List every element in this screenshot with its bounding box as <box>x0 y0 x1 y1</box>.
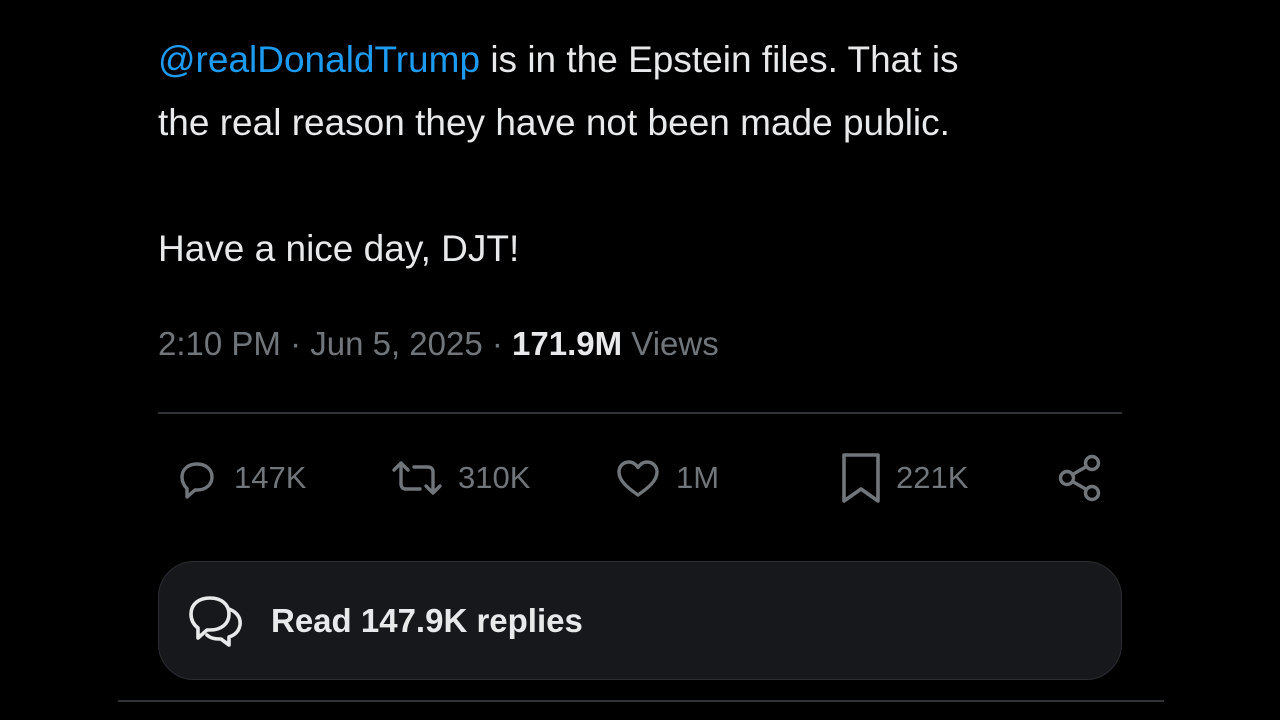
tweet-text-segment: is in the Epstein files. That is <box>480 39 959 80</box>
bookmark-icon <box>838 451 884 505</box>
views-label: Views <box>622 325 719 362</box>
like-button[interactable]: 1M <box>612 448 719 508</box>
reply-icon <box>172 453 222 503</box>
tweet-meta: 2:10 PM · Jun 5, 2025 · 171.9M Views <box>158 322 719 366</box>
post-time[interactable]: 2:10 PM <box>158 325 281 362</box>
tweet-line-1: @realDonaldTrump is in the Epstein files… <box>158 28 1138 91</box>
bookmark-count: 221K <box>896 460 969 495</box>
bookmark-button[interactable]: 221K <box>838 448 968 508</box>
meta-separator: · <box>482 325 513 362</box>
reply-button[interactable]: 147K <box>172 448 306 508</box>
tweet-text: @realDonaldTrump is in the Epstein files… <box>158 28 1138 280</box>
replies-bubbles-icon <box>183 587 251 655</box>
repost-button[interactable]: 310K <box>388 448 530 508</box>
reply-count: 147K <box>234 460 307 495</box>
like-icon <box>612 453 664 503</box>
read-replies-label: Read 147.9K replies <box>271 601 583 639</box>
divider <box>118 700 1164 702</box>
mention-link[interactable]: @realDonaldTrump <box>158 39 480 80</box>
action-bar: 147K 310K 1M 221K <box>158 448 1122 508</box>
meta-separator: · <box>280 325 311 362</box>
share-button[interactable] <box>1054 448 1108 508</box>
tweet-line-3: Have a nice day, DJT! <box>158 228 520 269</box>
post-date[interactable]: Jun 5, 2025 <box>310 325 482 362</box>
tweet-line-2: the real reason they have not been made … <box>158 102 950 143</box>
read-replies-button[interactable]: Read 147.9K replies <box>158 561 1122 680</box>
repost-count: 310K <box>458 460 531 495</box>
divider <box>158 412 1122 414</box>
like-count: 1M <box>676 460 720 495</box>
repost-icon <box>388 453 446 503</box>
views-count: 171.9M <box>512 325 623 362</box>
share-icon <box>1054 451 1108 505</box>
